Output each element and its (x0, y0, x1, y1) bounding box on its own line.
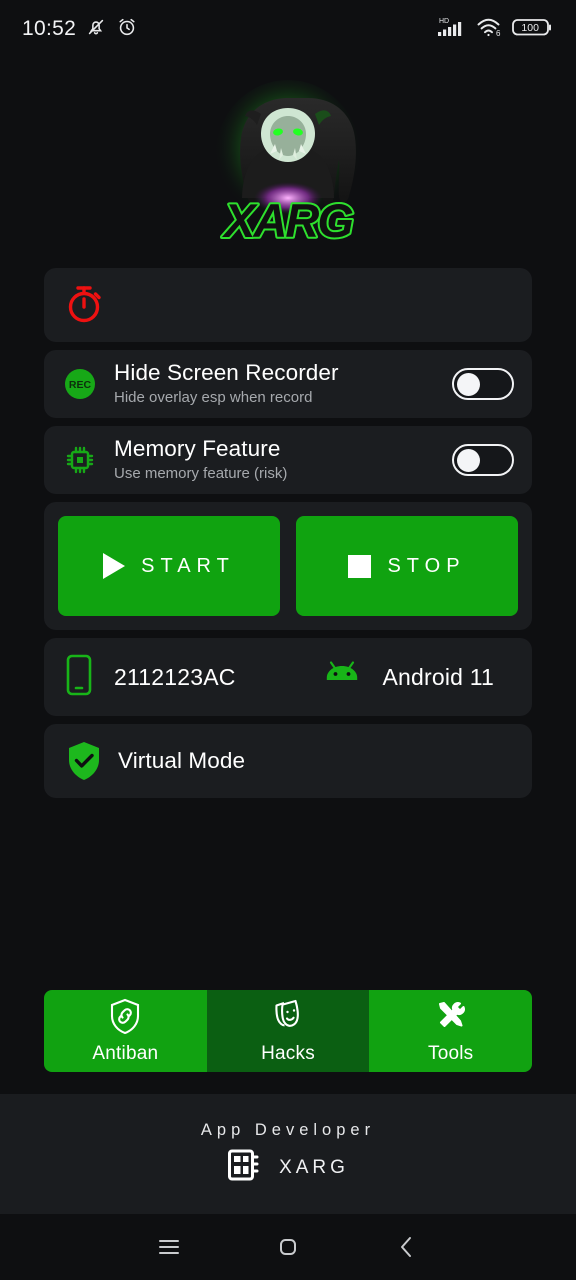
wifi-6-icon: 6 (476, 16, 503, 43)
footer-title: App Developer (200, 1121, 376, 1139)
play-icon (103, 553, 126, 579)
home-square-icon[interactable] (261, 1220, 315, 1274)
virtual-mode-card[interactable]: Virtual Mode (44, 724, 532, 798)
shield-check-icon (64, 740, 104, 782)
nav-item-hacks[interactable]: Hacks (206, 990, 370, 1072)
footer-developer-name: XARG (279, 1156, 349, 1178)
action-buttons-card: START STOP (44, 502, 532, 630)
alarm-icon (116, 16, 138, 43)
status-time: 10:52 (22, 17, 77, 40)
bottom-navigation: Antiban Hacks Tools (44, 990, 532, 1072)
status-bar-right: HD 6 100 (437, 15, 554, 44)
xarg-demon-logo: XARG XARG (199, 74, 377, 252)
memory-feature-toggle[interactable] (452, 444, 514, 476)
dashboard-grid-icon (227, 1148, 263, 1187)
start-button-label: START (141, 554, 235, 577)
device-model-group: 2112123AC (64, 653, 320, 702)
memory-feature-row[interactable]: Memory Feature Use memory feature (risk) (44, 426, 532, 494)
status-bar-left: 10:52 (22, 16, 138, 43)
device-model: 2112123AC (114, 663, 236, 690)
memory-feature-texts: Memory Feature Use memory feature (risk) (114, 436, 438, 484)
start-button[interactable]: START (58, 516, 280, 616)
hide-screen-recorder-subtitle: Hide overlay esp when record (114, 389, 313, 407)
svg-text:XARG: XARG (221, 194, 353, 247)
memory-feature-subtitle: Use memory feature (risk) (114, 465, 288, 483)
xarg-wordmark: XARG XARG (219, 192, 357, 249)
signal-hd-icon: HD (437, 15, 467, 44)
nav-item-antiban[interactable]: Antiban (44, 990, 207, 1072)
footer: App Developer XARG (0, 1094, 576, 1214)
status-bar: 10:52 HD 6 100 (0, 0, 576, 58)
stop-square-icon (348, 554, 372, 578)
device-info-card: 2112123AC Android 11 (44, 638, 532, 716)
toggle-knob (456, 448, 480, 472)
nav-item-tools-label: Tools (428, 1042, 474, 1064)
rec-icon: REC (60, 367, 100, 401)
menu-icon[interactable] (142, 1220, 196, 1274)
device-os-version: Android 11 (382, 663, 494, 690)
shield-link-icon (108, 998, 142, 1039)
stop-button-label: STOP (387, 554, 466, 577)
app-logo-area: XARG XARG (0, 58, 576, 268)
device-os-group: Android 11 (320, 660, 512, 695)
rec-icon-label: REC (69, 379, 92, 391)
android-robot-icon (320, 660, 364, 695)
main-content: REC Hide Screen Recorder Hide overlay es… (0, 268, 576, 990)
back-chevron-icon[interactable] (380, 1220, 434, 1274)
hide-screen-recorder-toggle[interactable] (452, 368, 514, 400)
hide-screen-recorder-title: Hide Screen Recorder (114, 360, 339, 386)
tools-wrench-screwdriver-icon (434, 998, 468, 1039)
toggle-knob (456, 372, 480, 396)
hd-label: HD (439, 18, 449, 25)
stopwatch-icon (64, 281, 106, 330)
mute-icon (85, 16, 107, 43)
nav-item-tools[interactable]: Tools (369, 990, 532, 1072)
stop-button[interactable]: STOP (296, 516, 518, 616)
nav-item-hacks-label: Hacks (261, 1042, 315, 1064)
app-screen: 10:52 HD 6 100 XARG XARG REC Hide Screen… (0, 0, 576, 1280)
timer-card[interactable] (44, 268, 532, 342)
hide-screen-recorder-texts: Hide Screen Recorder Hide overlay esp wh… (114, 360, 438, 408)
memory-feature-title: Memory Feature (114, 436, 281, 462)
nav-item-antiban-label: Antiban (92, 1042, 159, 1064)
virtual-mode-label: Virtual Mode (118, 747, 246, 773)
footer-developer-group: XARG (227, 1148, 349, 1187)
wifi-gen-label: 6 (496, 29, 501, 38)
system-navigation-bar (0, 1214, 576, 1280)
cpu-chip-icon (60, 443, 100, 477)
battery-level-label: 100 (521, 22, 539, 34)
theater-masks-icon (271, 998, 305, 1039)
battery-icon: 100 (512, 16, 554, 43)
smartphone-icon (64, 653, 94, 702)
hide-screen-recorder-row[interactable]: REC Hide Screen Recorder Hide overlay es… (44, 350, 532, 418)
